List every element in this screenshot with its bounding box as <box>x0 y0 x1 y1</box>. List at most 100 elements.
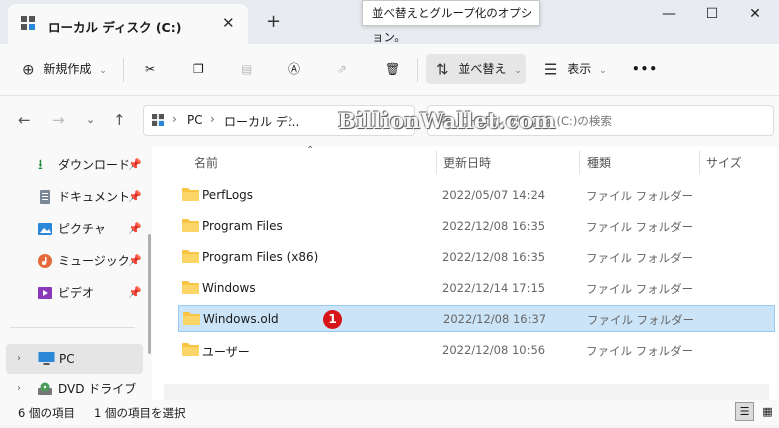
file-name: Windows.old <box>203 312 279 326</box>
status-bar: 6 個の項目 1 個の項目を選択 ☰ ▦ <box>0 400 779 425</box>
sort-button-label: 並べ替え <box>458 62 507 76</box>
file-date: 2022/12/08 16:35 <box>442 250 546 264</box>
share-icon[interactable]: ⇗ <box>337 54 347 84</box>
sidebar-item-pictures[interactable]: ピクチャ 📌 <box>0 216 144 242</box>
close-window-button[interactable]: ✕ <box>740 6 770 30</box>
file-type: ファイル フォルダー <box>586 282 694 296</box>
column-header-date[interactable]: 更新日時 <box>443 154 491 171</box>
close-tab-icon[interactable]: ✕ <box>222 14 235 32</box>
view-button[interactable]: ☰ 表示 ⌄ <box>544 54 607 84</box>
folder-icon <box>182 219 199 232</box>
breadcrumb-pc[interactable]: PC <box>187 113 203 127</box>
recent-locations-icon[interactable]: ⌄ <box>86 113 95 126</box>
new-button-label: 新規作成 <box>43 62 92 76</box>
paste-icon[interactable]: ▤ <box>241 54 252 84</box>
copy-icon[interactable]: ❐ <box>193 54 204 84</box>
view-list-icon: ☰ <box>544 60 558 79</box>
pin-icon: 📌 <box>128 158 142 171</box>
file-type: ファイル フォルダー <box>586 189 694 203</box>
music-icon <box>38 254 52 268</box>
column-header-type[interactable]: 種類 <box>587 154 611 171</box>
sidebar-item-videos[interactable]: ビデオ 📌 <box>0 280 144 306</box>
chevron-right-icon[interactable]: › <box>17 344 21 374</box>
toolbar-divider <box>123 58 124 82</box>
command-bar: ⊕ 新規作成 ⌄ ✂ ❐ ▤ Ⓐ ⇗ 🗑 ⇅ 並べ替え ⌄ ☰ 表示 ⌄ ••• <box>0 44 779 96</box>
sidebar-item-pc[interactable]: › PC <box>6 344 143 374</box>
table-row[interactable]: Program Files 2022/12/08 16:35 ファイル フォルダ… <box>178 213 775 239</box>
details-view-icon[interactable]: ☰ <box>735 402 754 421</box>
up-arrow-icon[interactable]: ↑ <box>113 111 126 129</box>
delete-icon[interactable]: 🗑 <box>385 54 400 84</box>
file-date: 2022/12/08 10:56 <box>442 343 546 357</box>
tab-local-disk[interactable]: ローカル ディスク (C:) ✕ <box>8 4 248 44</box>
sidebar-item-music[interactable]: ミュージック 📌 <box>0 248 144 274</box>
column-divider[interactable] <box>699 150 700 174</box>
file-name: Program Files <box>202 219 283 233</box>
cut-icon[interactable]: ✂ <box>145 54 155 84</box>
sidebar-item-label: ミュージック <box>58 254 130 268</box>
sidebar-item-label: PC <box>59 352 75 366</box>
more-options-icon[interactable]: ••• <box>632 54 658 84</box>
new-tab-button[interactable]: + <box>266 11 281 32</box>
sidebar-divider <box>10 327 135 328</box>
table-row[interactable]: ユーザー 2022/12/08 10:56 ファイル フォルダー <box>178 337 775 363</box>
column-header-name[interactable]: 名前 <box>194 154 218 171</box>
table-row[interactable]: Program Files (x86) 2022/12/08 16:35 ファイ… <box>178 244 775 270</box>
file-type: ファイル フォルダー <box>586 251 694 265</box>
maximize-button[interactable]: ☐ <box>697 6 727 30</box>
sidebar-scrollbar[interactable] <box>148 234 151 354</box>
folder-icon <box>182 188 199 201</box>
pin-icon: 📌 <box>128 286 142 299</box>
sidebar-item-downloads[interactable]: ⭳ ダウンロード 📌 <box>0 152 144 178</box>
sort-icon: ⇅ <box>436 60 449 79</box>
tab-title: ローカル ディスク (C:) <box>48 20 182 35</box>
step-badge: 1 <box>323 310 342 329</box>
chevron-right-icon: › <box>288 112 293 126</box>
file-name: PerfLogs <box>202 188 254 202</box>
pin-icon: 📌 <box>128 190 142 203</box>
sidebar-item-label: ドキュメント <box>58 190 131 204</box>
sidebar-item-dvd[interactable]: › DVD ドライブ (D:) <box>0 376 144 422</box>
sidebar-item-documents[interactable]: ドキュメント 📌 <box>0 184 144 210</box>
table-row[interactable]: PerfLogs 2022/05/07 14:24 ファイル フォルダー <box>178 182 775 208</box>
add-circle-icon: ⊕ <box>22 60 35 79</box>
document-icon <box>40 190 50 204</box>
file-name: Program Files (x86) <box>202 250 319 264</box>
file-name: ユーザー <box>202 345 250 359</box>
file-type: ファイル フォルダー <box>586 220 694 234</box>
sort-button[interactable]: ⇅ 並べ替え ⌄ <box>426 54 526 84</box>
forward-arrow-icon[interactable]: → <box>52 111 65 129</box>
minimize-button[interactable]: — <box>654 6 684 30</box>
sidebar-item-label: ダウンロード <box>58 158 131 172</box>
table-row[interactable]: Windows 2022/12/14 17:15 ファイル フォルダー <box>178 275 775 301</box>
sidebar-item-label: ピクチャ <box>58 222 106 236</box>
sort-tooltip: 並べ替えとグループ化のオプション。 <box>362 0 540 44</box>
horizontal-scroll-area[interactable] <box>164 384 769 400</box>
chevron-down-icon: ⌄ <box>99 66 107 76</box>
chevron-right-icon: › <box>172 112 177 126</box>
new-button[interactable]: ⊕ 新規作成 ⌄ <box>22 54 107 84</box>
file-type: ファイル フォルダー <box>586 344 694 358</box>
pin-icon: 📌 <box>128 222 142 235</box>
folder-icon <box>183 312 200 325</box>
column-header-size[interactable]: サイズ <box>706 154 742 171</box>
pictures-icon <box>38 223 52 235</box>
view-button-label: 表示 <box>567 62 592 76</box>
watermark: BillionWallet.com <box>338 108 557 133</box>
back-arrow-icon[interactable]: ← <box>18 111 31 129</box>
tiles-view-icon[interactable]: ▦ <box>758 402 777 421</box>
file-name: Windows <box>202 281 256 295</box>
file-date: 2022/12/08 16:35 <box>442 219 546 233</box>
chevron-right-icon[interactable]: › <box>17 376 21 402</box>
toolbar-divider <box>417 58 418 82</box>
folder-icon <box>182 281 199 294</box>
pin-icon: 📌 <box>128 254 142 267</box>
file-date: 2022/05/07 14:24 <box>442 188 546 202</box>
dvd-drive-icon <box>38 382 52 395</box>
column-divider[interactable] <box>436 150 437 174</box>
table-row-selected[interactable]: Windows.old 1 2022/12/08 16:37 ファイル フォルダ… <box>178 305 775 332</box>
rename-icon[interactable]: Ⓐ <box>288 54 300 84</box>
selection-count: 1 個の項目を選択 <box>94 406 186 420</box>
file-date: 2022/12/14 17:15 <box>442 281 546 295</box>
column-divider[interactable] <box>579 150 580 174</box>
